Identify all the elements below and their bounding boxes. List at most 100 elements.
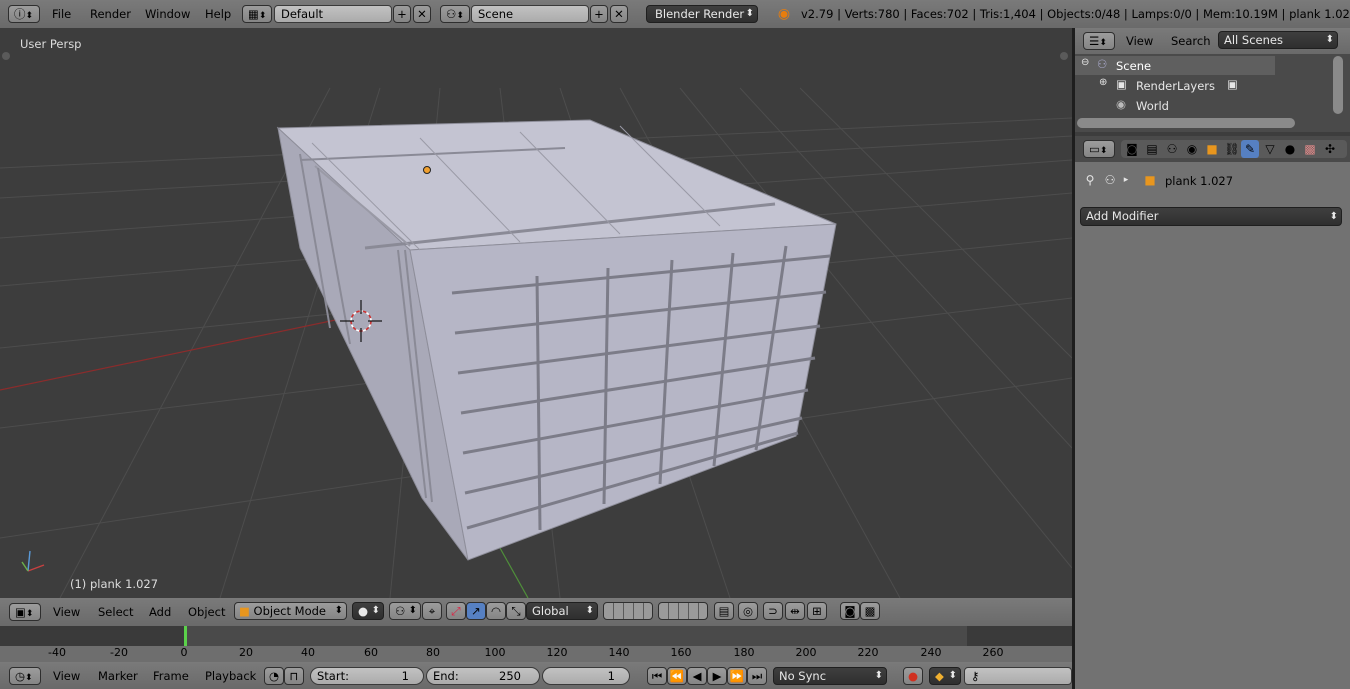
jump-next-keyframe-button[interactable]: ⏩ [727, 667, 747, 685]
preview-range-button[interactable]: ◔ [264, 667, 284, 685]
viewport-canvas[interactable] [0, 28, 1072, 598]
editor-type-button[interactable]: ⓘ⬍ [8, 5, 40, 23]
outliner-row-world[interactable]: ◉ World [1075, 96, 1275, 115]
render-layers-tab-icon[interactable]: ▤ [1143, 140, 1161, 158]
outliner-vertical-scrollbar[interactable] [1333, 56, 1343, 114]
opengl-render-image-button[interactable]: ◙ [840, 602, 860, 620]
lock-range-button[interactable]: ⊓ [284, 667, 304, 685]
view3d-editor-type-button[interactable]: ▣⬍ [9, 603, 41, 621]
plus-icon: + [594, 7, 604, 21]
arc-icon: ◠ [490, 604, 502, 618]
current-frame-line[interactable] [184, 626, 187, 646]
auto-keying-button[interactable]: ● [903, 667, 923, 685]
jump-prev-keyframe-button[interactable]: ⏪ [667, 667, 687, 685]
layout-add-button[interactable]: + [393, 5, 411, 23]
object-tab-icon[interactable]: ■ [1203, 140, 1221, 158]
timeline-tick: 0 [180, 646, 188, 659]
menu-window[interactable]: Window [145, 5, 190, 23]
close-icon: ✕ [417, 7, 427, 21]
rotate-manipulator-button[interactable]: ↗ [466, 602, 486, 620]
outliner-row-renderlayers[interactable]: ⊕ ▣ RenderLayers ▣ [1075, 76, 1275, 95]
menu-frame[interactable]: Frame [153, 667, 189, 685]
outliner-filter-select[interactable]: All Scenes [1218, 31, 1338, 49]
sync-mode-select[interactable]: No Sync [773, 667, 887, 685]
scene-add-button[interactable]: + [590, 5, 608, 23]
menu-render[interactable]: Render [90, 5, 131, 23]
modifiers-tab-icon[interactable]: ✎ [1241, 140, 1259, 158]
layer-buttons-group-1[interactable] [603, 602, 653, 620]
scene-browse-button[interactable]: ⚇⬍ [440, 5, 470, 23]
menu-search[interactable]: Search [1171, 32, 1211, 50]
render-tab-icon[interactable]: ◙ [1123, 140, 1141, 158]
mode-select[interactable]: ■ Object Mode [234, 602, 347, 620]
texture-tab-icon[interactable]: ▩ [1301, 140, 1319, 158]
snap-toggle-button[interactable]: ⊃ [763, 602, 783, 620]
world-tab-icon[interactable]: ◉ [1183, 140, 1201, 158]
properties-editor-type-button[interactable]: ▭⬍ [1083, 140, 1115, 158]
physics-tab-icon[interactable]: ✣ [1321, 140, 1339, 158]
viewport-shading-select[interactable]: ● [352, 602, 384, 620]
material-tab-icon[interactable]: ● [1281, 140, 1299, 158]
menu-view[interactable]: View [1126, 32, 1153, 50]
3d-viewport[interactable]: User Persp (1) plank 1.027 [0, 28, 1072, 598]
render-engine-select[interactable]: Blender Render [646, 5, 758, 23]
menu-view[interactable]: View [53, 603, 80, 621]
menu-select[interactable]: Select [98, 603, 133, 621]
opengl-render-animation-button[interactable]: ▩ [860, 602, 880, 620]
play-button[interactable]: ▶ [707, 667, 727, 685]
end-frame-field[interactable]: End: 250 [426, 667, 540, 685]
constraints-tab-icon[interactable]: ⛓ [1223, 140, 1241, 158]
outliner-editor-type-button[interactable]: ☰⬍ [1083, 32, 1115, 50]
camera-icon: ◙ [844, 604, 856, 618]
cube-view-icon: ▣ [15, 605, 26, 619]
timeline-editor-type-button[interactable]: ◷⬍ [9, 667, 41, 685]
manipulator-toggle[interactable]: ⌖ [422, 602, 442, 620]
active-keying-set-field[interactable]: ⚷ [964, 667, 1072, 685]
jump-end-button[interactable]: ⏭ [747, 667, 767, 685]
proportional-edit-button[interactable]: ◎ [738, 602, 758, 620]
transform-orientation-select[interactable]: Global [526, 602, 598, 620]
timeline-area[interactable]: -40 -20 0 20 40 60 80 100 120 140 160 18… [0, 626, 1072, 662]
pivot-point-select[interactable]: ⚇ [389, 602, 421, 620]
object-cube-icon: ■ [1144, 173, 1156, 187]
object-cube-icon: ■ [239, 604, 250, 618]
end-label: End: [433, 669, 459, 683]
menu-add[interactable]: Add [149, 603, 171, 621]
menu-object[interactable]: Object [188, 603, 225, 621]
outliner-row-scene[interactable]: ⊖ ⚇ Scene [1075, 56, 1275, 75]
x-axis-line [0, 317, 346, 391]
render-toggle-icon[interactable]: ▣ [1227, 77, 1238, 91]
expand-icon[interactable]: ⊕ [1099, 77, 1107, 88]
data-tab-icon[interactable]: ▽ [1261, 140, 1279, 158]
keying-set-select[interactable]: ◆ [929, 667, 961, 685]
play-reverse-button[interactable]: ◀ [687, 667, 707, 685]
menu-file[interactable]: File [52, 5, 71, 23]
snap-target-button[interactable]: ⊞ [807, 602, 827, 620]
menu-playback[interactable]: Playback [205, 667, 256, 685]
outliner-item-label: Scene [1116, 59, 1152, 73]
key-icon: ⚷ [971, 669, 980, 683]
scene-tab-icon[interactable]: ⚇ [1163, 140, 1181, 158]
outliner-horizontal-scrollbar[interactable] [1077, 118, 1295, 128]
current-frame-field[interactable]: 1 [542, 667, 630, 685]
layout-name-field[interactable]: Default [274, 5, 392, 23]
jump-start-button[interactable]: ⏮ [647, 667, 667, 685]
translate-manipulator-button[interactable]: ⤢ [446, 602, 466, 620]
menu-help[interactable]: Help [205, 5, 231, 23]
layout-browse-button[interactable]: ▦⬍ [242, 5, 272, 23]
scene-name-field[interactable]: Scene [471, 5, 589, 23]
layout-remove-button[interactable]: ✕ [413, 5, 431, 23]
outliner-item-label: RenderLayers [1136, 79, 1215, 93]
scale-handle-button[interactable]: ⤡ [506, 602, 526, 620]
menu-view[interactable]: View [53, 667, 80, 685]
scale-manipulator-button[interactable]: ◠ [486, 602, 506, 620]
pin-icon[interactable]: ⚲ [1081, 171, 1099, 189]
collapse-icon[interactable]: ⊖ [1081, 57, 1089, 68]
scene-remove-button[interactable]: ✕ [610, 5, 628, 23]
add-modifier-select[interactable]: Add Modifier [1080, 207, 1342, 226]
start-frame-field[interactable]: Start: 1 [310, 667, 424, 685]
layer-buttons-group-2[interactable] [658, 602, 708, 620]
menu-marker[interactable]: Marker [98, 667, 138, 685]
snap-element-button[interactable]: ⇹ [785, 602, 805, 620]
lock-camera-button[interactable]: ▤ [714, 602, 734, 620]
